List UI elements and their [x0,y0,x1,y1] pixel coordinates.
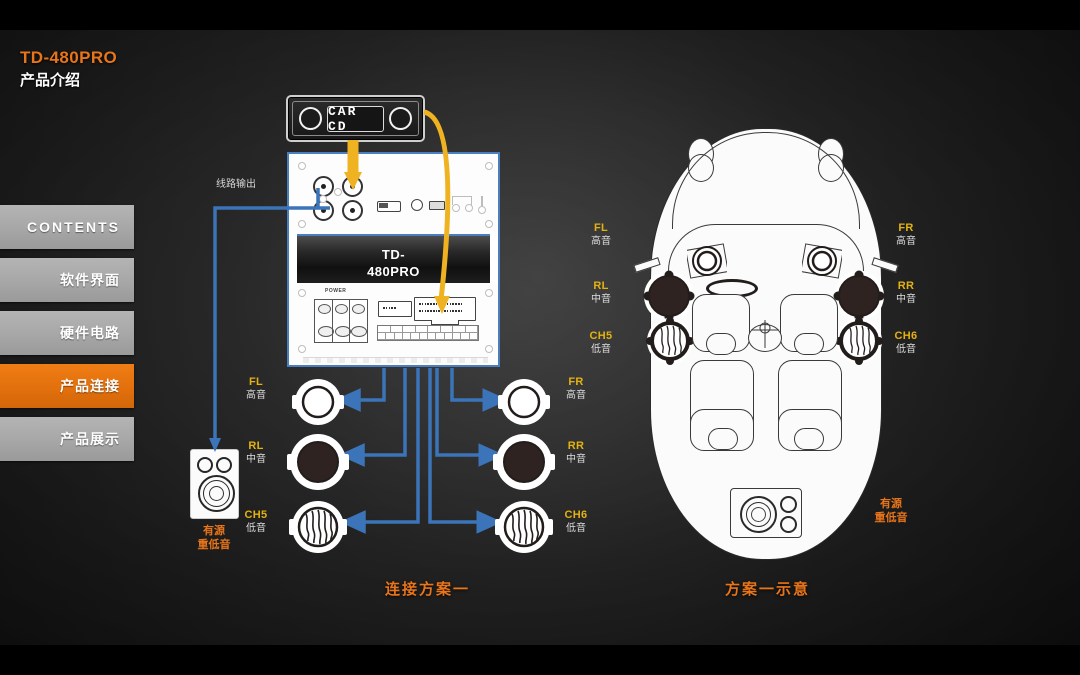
sidebar-item-contents[interactable]: CONTENTS [0,205,134,249]
sidebar-item-product-showcase[interactable]: 产品展示 [0,417,134,461]
speaker-icon-rl [287,434,349,490]
sidebar-item-label: CONTENTS [27,219,120,235]
page-subtitle: 产品介绍 [20,72,81,89]
speaker-icon-ch5 [289,501,347,553]
sidebar-item-label: 产品展示 [60,431,120,447]
speaker-icon-fl [292,379,344,425]
speaker-icon-fr [498,379,550,425]
sidebar-item-label: 产品连接 [60,378,120,394]
speaker-icon-rr [493,434,555,490]
sidebar-nav: CONTENTS 软件界面 硬件电路 产品连接 产品展示 [0,205,134,470]
sidebar-item-software-ui[interactable]: 软件界面 [0,258,134,302]
sidebar-item-hardware-circuit[interactable]: 硬件电路 [0,311,134,355]
wiring-diagram [209,109,509,534]
slide-root: TD-480PRO 产品介绍 CONTENTS 软件界面 硬件电路 产品连接 产… [0,0,1080,675]
page-title: TD-480PRO 产品介绍 [20,48,117,91]
sidebar-item-label: 硬件电路 [60,325,120,341]
speaker-icon-ch6 [495,501,553,553]
sidebar-item-label: 软件界面 [60,272,120,288]
sidebar-item-product-connection[interactable]: 产品连接 [0,364,134,408]
product-model-title: TD-480PRO [20,48,118,67]
